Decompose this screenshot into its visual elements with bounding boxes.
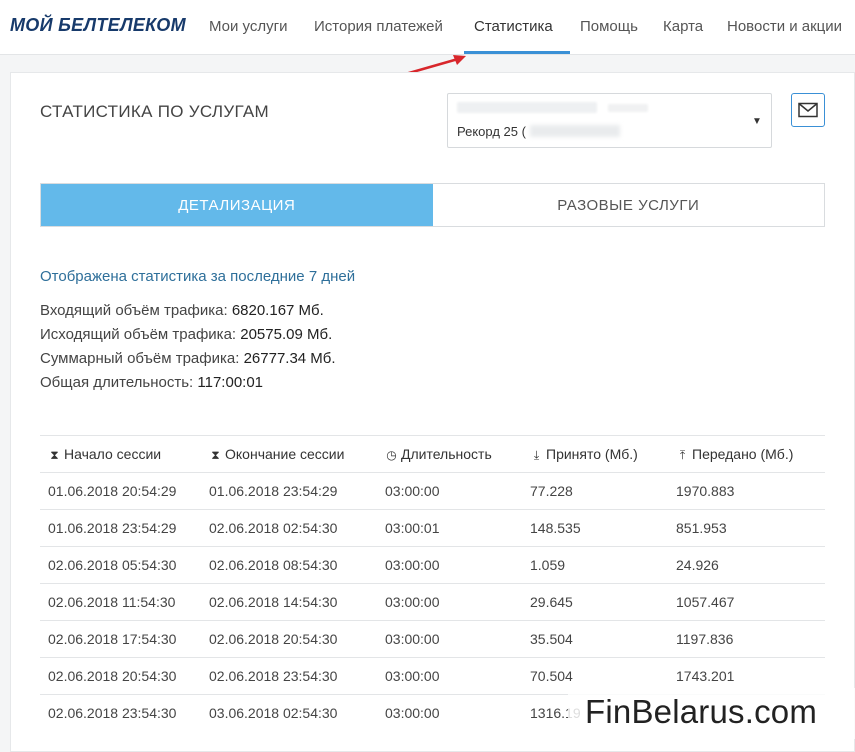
incoming-traffic-label: Входящий объём трафика: [40, 302, 228, 319]
sent-cell: 851.953 [676, 520, 727, 536]
outgoing-traffic-label: Исходящий объём трафика: [40, 326, 237, 343]
tab-one-time-services[interactable]: РАЗОВЫЕ УСЛУГИ [432, 184, 824, 226]
table-row: 02.06.2018 05:54:30 02.06.2018 08:54:30 … [40, 546, 825, 583]
header-received[interactable]: ⤓ Принято (Мб.) [530, 446, 638, 463]
total-traffic-label: Суммарный объём трафика: [40, 350, 240, 367]
duration-cell: 03:00:01 [385, 520, 440, 536]
brand-logo[interactable]: МОЙ БЕЛТЕЛЕКОМ [10, 15, 186, 36]
duration-cell: 03:00:00 [385, 594, 440, 610]
duration-cell: 03:00:00 [385, 557, 440, 573]
sent-cell: 1057.467 [676, 594, 735, 610]
redacted-service-number [530, 125, 620, 137]
duration-cell: 03:00:00 [385, 668, 440, 684]
sent-cell: 24.926 [676, 557, 719, 573]
total-duration-value: 117:00:01 [197, 374, 264, 391]
outgoing-traffic-stat: Исходящий объём трафика: 20575.09 Мб. [40, 326, 332, 343]
page-title: СТАТИСТИКА ПО УСЛУГАМ [40, 102, 269, 121]
envelope-icon [798, 102, 818, 118]
header-label: Длительность [401, 446, 492, 462]
incoming-traffic-value: 6820.167 Мб. [231, 302, 324, 319]
nav-item-my-services[interactable]: Мои услуги [209, 18, 288, 35]
download-icon: ⤓ [533, 448, 540, 462]
incoming-traffic-stat: Входящий объём трафика: 6820.167 Мб. [40, 302, 324, 319]
duration-cell: 03:00:00 [385, 705, 440, 721]
session-start-cell: 02.06.2018 11:54:30 [48, 594, 176, 610]
session-start-cell: 01.06.2018 20:54:29 [48, 483, 177, 499]
table-row: 01.06.2018 23:54:29 02.06.2018 02:54:30 … [40, 509, 825, 546]
table-row: 01.06.2018 20:54:29 01.06.2018 23:54:29 … [40, 472, 825, 509]
received-cell: 1.059 [530, 557, 566, 573]
sessions-table: ⧗ Начало сессии ⧗ Окончание сессии ◷ Длител… [40, 435, 825, 731]
header-label: Передано (Мб.) [692, 446, 794, 462]
total-duration-stat: Общая длительность: 117:00:01 [40, 374, 263, 391]
service-select[interactable]: Рекорд 25 ( ▼ [447, 93, 772, 148]
total-traffic-stat: Суммарный объём трафика: 26777.34 Мб. [40, 350, 336, 367]
hourglass-end-icon: ⧗ [211, 448, 220, 462]
total-duration-label: Общая длительность: [40, 374, 194, 391]
session-end-cell: 01.06.2018 23:54:29 [209, 483, 338, 499]
period-caption: Отображена статистика за последние 7 дне… [40, 268, 356, 285]
table-row: 02.06.2018 17:54:30 02.06.2018 20:54:30 … [40, 620, 825, 657]
duration-cell: 03:00:00 [385, 483, 440, 499]
active-nav-indicator [464, 51, 570, 54]
watermark-text: FinBelarus.com [585, 693, 818, 730]
nav-item-payment-history[interactable]: История платежей [314, 18, 443, 35]
session-end-cell: 03.06.2018 02:54:30 [209, 705, 338, 721]
top-navigation: МОЙ БЕЛТЕЛЕКОМ Мои услуги История платеж… [0, 0, 855, 55]
caret-down-icon: ▼ [752, 116, 762, 127]
session-end-cell: 02.06.2018 08:54:30 [209, 557, 338, 573]
received-cell: 35.504 [530, 631, 573, 647]
session-end-cell: 02.06.2018 23:54:30 [209, 668, 338, 684]
upload-icon: ⤒ [679, 448, 686, 462]
header-label: Принято (Мб.) [546, 446, 638, 462]
session-start-cell: 02.06.2018 17:54:30 [48, 631, 177, 647]
session-end-cell: 02.06.2018 20:54:30 [209, 631, 338, 647]
header-label: Начало сессии [64, 446, 162, 462]
header-duration[interactable]: ◷ Длительность [385, 446, 492, 462]
table-row: 02.06.2018 11:54:30 02.06.2018 14:54:30 … [40, 583, 825, 620]
header-session-start[interactable]: ⧗ Начало сессии [48, 446, 161, 463]
session-start-cell: 02.06.2018 20:54:30 [48, 668, 177, 684]
received-cell: 148.535 [530, 520, 581, 536]
table-header-row: ⧗ Начало сессии ⧗ Окончание сессии ◷ Длител… [40, 435, 825, 472]
total-traffic-value: 26777.34 Мб. [243, 350, 336, 367]
sent-cell: 1197.836 [676, 631, 734, 647]
redacted-account-line-tail [608, 104, 648, 112]
header-session-end[interactable]: ⧗ Окончание сессии [209, 446, 344, 463]
header-label: Окончание сессии [225, 446, 345, 462]
nav-item-map[interactable]: Карта [663, 18, 703, 35]
tab-bar: ДЕТАЛИЗАЦИЯ РАЗОВЫЕ УСЛУГИ [40, 183, 825, 227]
sent-cell: 1743.201 [676, 668, 735, 684]
session-end-cell: 02.06.2018 14:54:30 [209, 594, 338, 610]
session-start-cell: 01.06.2018 23:54:29 [48, 520, 177, 536]
tab-details[interactable]: ДЕТАЛИЗАЦИЯ [41, 184, 433, 226]
received-cell: 77.228 [530, 483, 573, 499]
sent-cell: 1970.883 [676, 483, 735, 499]
nav-item-help[interactable]: Помощь [580, 18, 638, 35]
clock-icon: ◷ [386, 448, 397, 462]
outgoing-traffic-value: 20575.09 Мб. [240, 326, 333, 343]
received-cell: 70.504 [530, 668, 573, 684]
hourglass-icon: ⧗ [50, 448, 59, 462]
session-start-cell: 02.06.2018 23:54:30 [48, 705, 177, 721]
session-end-cell: 02.06.2018 02:54:30 [209, 520, 338, 536]
header-sent[interactable]: ⤒ Передано (Мб.) [676, 446, 794, 463]
service-select-value: Рекорд 25 ( [457, 124, 526, 139]
duration-cell: 03:00:00 [385, 631, 440, 647]
received-cell: 29.645 [530, 594, 573, 610]
redacted-account-line [457, 102, 597, 113]
session-start-cell: 02.06.2018 05:54:30 [48, 557, 177, 573]
nav-item-statistics[interactable]: Статистика [474, 18, 553, 35]
send-email-button[interactable] [791, 93, 825, 127]
nav-item-news[interactable]: Новости и акции [727, 18, 842, 35]
